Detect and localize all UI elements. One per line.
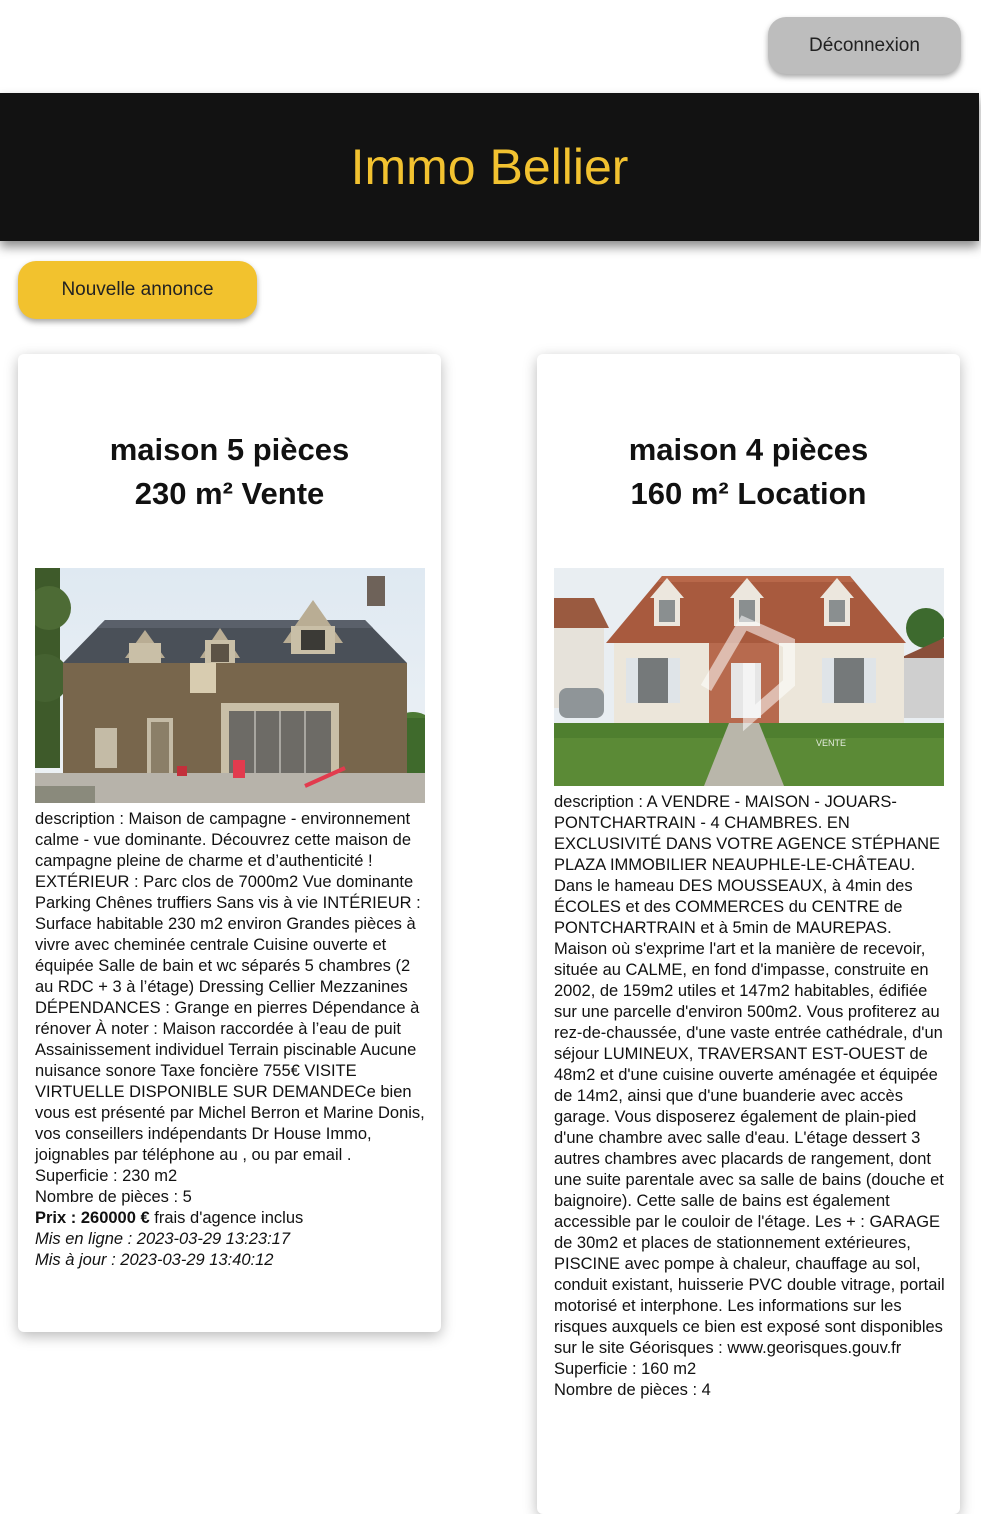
listing-price-amount: Prix : 260000 € bbox=[35, 1209, 150, 1227]
site-title: Immo Bellier bbox=[350, 139, 629, 195]
listing-title-line2: 230 m² Vente bbox=[134, 476, 325, 511]
listing-card: maison 4 pièces 160 m² Location VENTE de… bbox=[537, 354, 960, 1514]
listing-surface: Superficie : 160 m2 bbox=[554, 1360, 697, 1378]
listing-details: description : A VENDRE - MAISON - JOUARS… bbox=[554, 792, 946, 1401]
listing-online-date: Mis en ligne : 2023-03-29 13:23:17 bbox=[35, 1230, 291, 1248]
listing-description: description : Maison de campagne - envir… bbox=[35, 810, 425, 1164]
listing-title: maison 5 pièces 230 m² Vente bbox=[18, 428, 441, 516]
listing-price: Prix : 260000 € frais d'agence inclus bbox=[35, 1208, 427, 1229]
listing-card: maison 5 pièces 230 m² Vente description… bbox=[18, 354, 441, 1332]
listing-updated-date: Mis à jour : 2023-03-29 13:40:12 bbox=[35, 1251, 274, 1269]
listing-details: description : Maison de campagne - envir… bbox=[35, 809, 427, 1271]
logout-button[interactable]: Déconnexion bbox=[768, 17, 961, 74]
listing-rooms: Nombre de pièces : 5 bbox=[35, 1188, 192, 1206]
listing-photo bbox=[35, 568, 425, 803]
listing-rooms: Nombre de pièces : 4 bbox=[554, 1381, 711, 1399]
listing-title-line2: 160 m² Location bbox=[630, 476, 867, 511]
listing-title: maison 4 pièces 160 m² Location bbox=[537, 428, 960, 516]
listing-description: description : A VENDRE - MAISON - JOUARS… bbox=[554, 793, 945, 1357]
listing-title-line1: maison 4 pièces bbox=[628, 432, 869, 467]
new-listing-button[interactable]: Nouvelle annonce bbox=[18, 261, 257, 319]
listing-title-line1: maison 5 pièces bbox=[109, 432, 350, 467]
photo-watermark-text: VENTE bbox=[816, 738, 846, 748]
listing-photo: VENTE bbox=[554, 568, 944, 786]
site-header: Immo Bellier bbox=[0, 93, 979, 241]
listing-price-suffix: frais d'agence inclus bbox=[149, 1209, 304, 1227]
listing-surface: Superficie : 230 m2 bbox=[35, 1167, 178, 1185]
